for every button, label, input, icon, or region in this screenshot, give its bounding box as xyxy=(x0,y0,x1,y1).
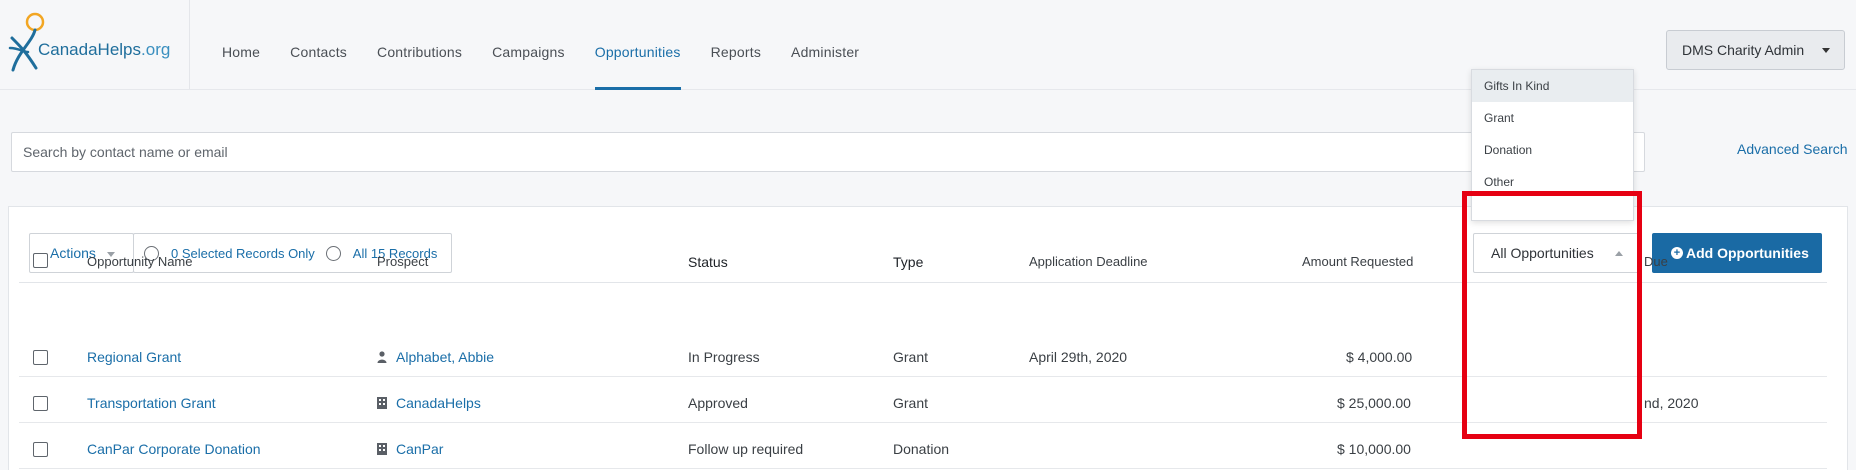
row-checkbox[interactable] xyxy=(33,442,48,457)
building-icon xyxy=(377,443,387,455)
logo[interactable]: CanadaHelps.org xyxy=(0,0,190,89)
prospect-cell: CanadaHelps xyxy=(377,395,481,411)
search-input[interactable] xyxy=(12,133,1572,171)
prospect-link[interactable]: CanPar xyxy=(396,441,443,457)
search-bar xyxy=(11,132,1645,172)
opportunity-name-link[interactable]: Transportation Grant xyxy=(87,395,216,411)
prospect-cell: CanPar xyxy=(377,441,443,457)
nav-item-opportunities[interactable]: Opportunities xyxy=(594,0,681,90)
prospect-link[interactable]: Alphabet, Abbie xyxy=(396,349,494,365)
filter-option-donation[interactable]: Donation xyxy=(1472,134,1633,166)
user-menu-button[interactable]: DMS Charity Admin xyxy=(1666,30,1845,70)
prospect-cell: Alphabet, Abbie xyxy=(377,349,494,365)
filter-option-gifts-in-kind[interactable]: Gifts In Kind xyxy=(1472,70,1633,102)
opportunity-name-link[interactable]: CanPar Corporate Donation xyxy=(87,441,261,457)
nav-item-administer[interactable]: Administer xyxy=(791,0,859,90)
person-icon xyxy=(377,351,387,363)
caret-down-icon xyxy=(1822,48,1830,53)
type-cell: Grant xyxy=(893,349,929,365)
nav-item-contacts[interactable]: Contacts xyxy=(290,0,347,90)
deadline-cell: April 29th, 2020 xyxy=(1029,349,1128,365)
nav-item-campaigns[interactable]: Campaigns xyxy=(492,0,565,90)
column-header-amount-requested[interactable]: Amount Requested xyxy=(1302,254,1413,269)
column-header-application-deadline[interactable]: Application Deadline xyxy=(1029,254,1148,269)
nav-item-reports[interactable]: Reports xyxy=(711,0,761,90)
type-cell: Grant xyxy=(893,395,929,411)
select-all-checkbox[interactable] xyxy=(33,253,48,268)
row-checkbox[interactable] xyxy=(33,396,48,411)
status-cell: Approved xyxy=(688,395,748,411)
column-header-status[interactable]: Status xyxy=(688,254,728,270)
filter-option-grant[interactable]: Grant xyxy=(1472,102,1633,134)
nav-item-contributions[interactable]: Contributions xyxy=(377,0,462,90)
user-menu-label: DMS Charity Admin xyxy=(1682,42,1805,58)
main-nav: Home Contacts Contributions Campaigns Op… xyxy=(222,0,889,90)
status-cell: In Progress xyxy=(688,349,760,365)
amount-cell: $ 4,000.00 xyxy=(1346,349,1413,365)
status-cell: Follow up required xyxy=(688,441,804,457)
amount-cell: $ 25,000.00 xyxy=(1337,395,1411,411)
column-header-due-date[interactable]: Due xyxy=(1644,254,1668,269)
opportunity-name-link[interactable]: Regional Grant xyxy=(87,349,181,365)
type-cell: Donation xyxy=(893,441,950,457)
due-cell: nd, 2020 xyxy=(1644,395,1699,411)
logo-text: CanadaHelps.org xyxy=(38,40,171,59)
prospect-link[interactable]: CanadaHelps xyxy=(396,395,481,411)
amount-cell: $ 10,000.00 xyxy=(1337,441,1411,457)
column-header-type[interactable]: Type xyxy=(893,254,923,270)
row-checkbox[interactable] xyxy=(33,350,48,365)
advanced-search-link[interactable]: Advanced Search xyxy=(1737,141,1848,157)
column-header-opportunity-name[interactable]: Opportunity Name xyxy=(87,254,193,269)
column-header-prospect[interactable]: Prospect xyxy=(377,254,428,269)
annotation-highlight-box xyxy=(1462,191,1642,439)
nav-item-home[interactable]: Home xyxy=(222,0,260,90)
building-icon xyxy=(377,397,387,409)
